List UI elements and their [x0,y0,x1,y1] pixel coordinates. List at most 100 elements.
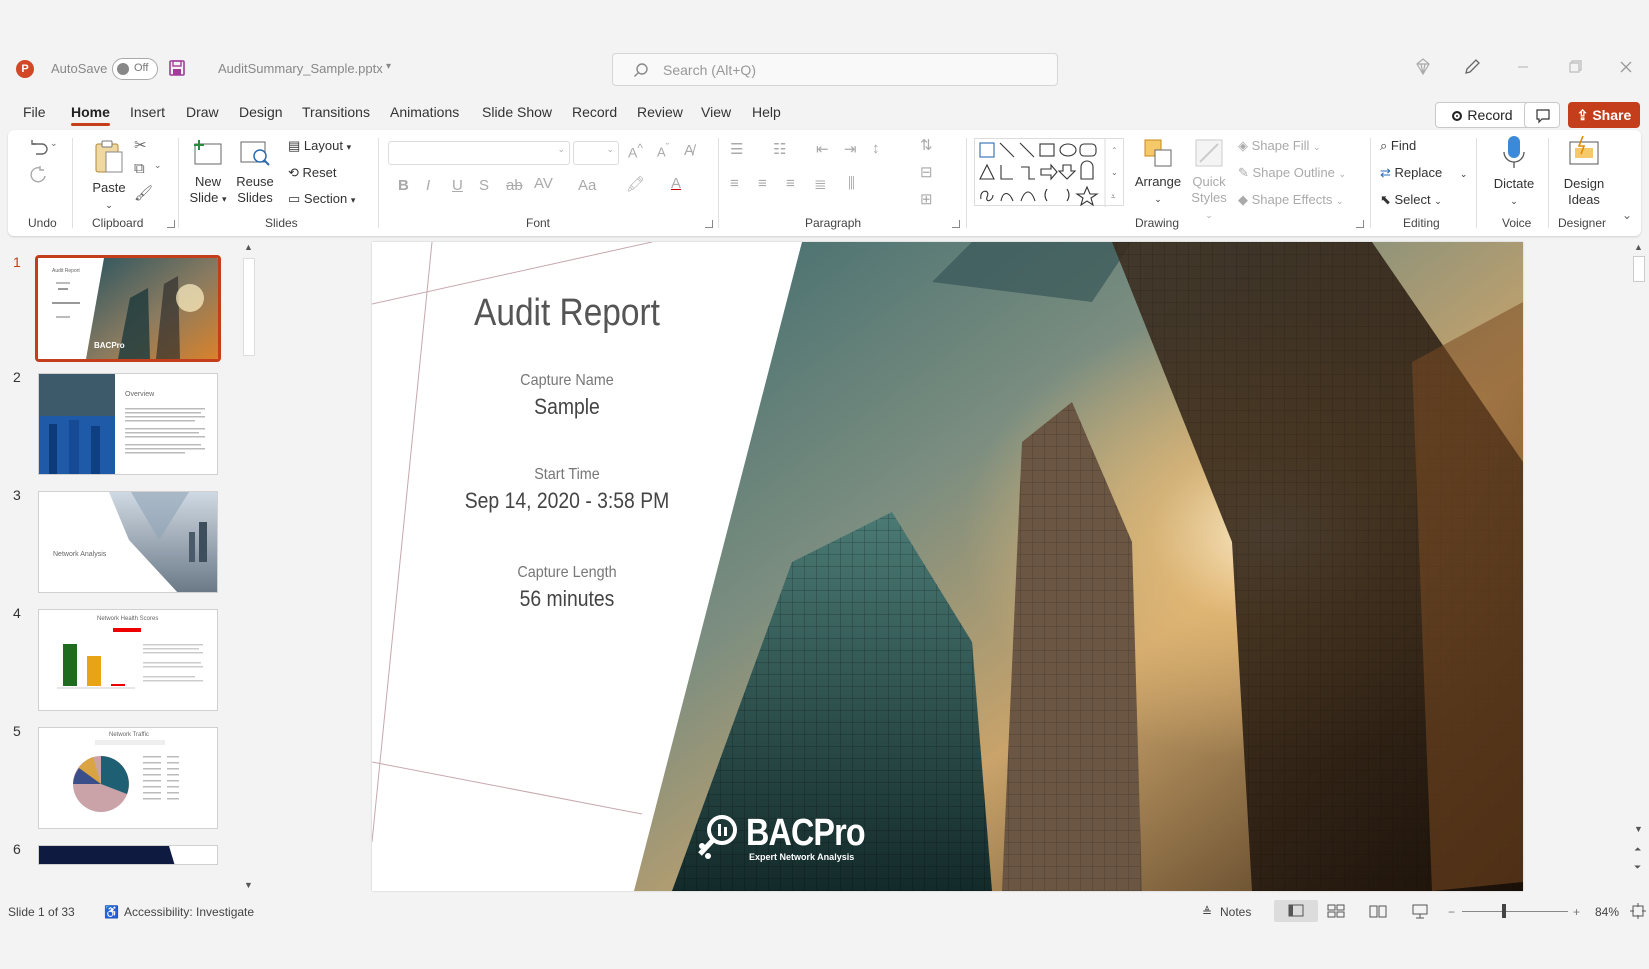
increase-font-size-icon[interactable]: A^ [628,142,643,161]
increase-indent-icon[interactable]: ⇥ [844,140,857,158]
layout-button[interactable]: ▤ Layout ▾ [288,138,351,154]
change-case-icon[interactable]: Aa [578,177,596,194]
slide-thumbnail-4[interactable]: Network Health Scores [38,609,218,711]
zoom-in-icon[interactable]: + [1573,905,1580,919]
undo-icon[interactable] [26,138,52,158]
tab-insert[interactable]: Insert [130,104,165,120]
columns-icon[interactable]: ⫼ [848,175,855,192]
chevron-down-icon[interactable]: ▾ [386,61,391,72]
zoom-out-icon[interactable]: − [1448,905,1455,919]
select-button[interactable]: ⬉ Select ⌄ [1380,192,1442,208]
clear-formatting-icon[interactable]: A̸ [684,142,694,159]
zoom-slider-handle[interactable] [1502,904,1507,918]
slide-title[interactable]: Audit Report [395,292,738,335]
redo-icon[interactable] [26,165,52,185]
zoom-slider[interactable] [1462,904,1568,918]
design-ideas-button[interactable]: Design Ideas [1554,134,1614,208]
text-direction-icon[interactable]: ⇅ [920,136,933,154]
thumbnails-scrollbar[interactable]: ▲ ▼ [241,242,257,894]
quick-styles-button[interactable]: Quick Styles ⌄ [1188,136,1230,223]
dictate-button[interactable]: Dictate ⌄ [1484,134,1544,209]
record-button[interactable]: Record [1435,102,1530,128]
accessibility-status[interactable]: Accessibility: Investigate [124,905,254,919]
align-left-icon[interactable]: ≡ [730,175,739,192]
scroll-up-icon[interactable]: ▲ [1634,242,1643,252]
tab-slide-show[interactable]: Slide Show [482,104,552,120]
slideshow-view-icon[interactable] [1410,903,1430,919]
slide-thumbnail-3[interactable]: Network Analysis [38,491,218,593]
tab-animations[interactable]: Animations [390,104,459,120]
shapes-gallery[interactable]: ⌃ ⌄ ⩡ [974,138,1124,207]
new-slide-button[interactable]: New Slide ▾ [186,136,230,207]
align-right-icon[interactable]: ≡ [786,175,795,192]
shape-effects-button[interactable]: ◆ Shape Effects ⌄ [1238,192,1344,208]
minimize-icon[interactable] [1513,57,1533,77]
reuse-slides-button[interactable]: Reuse Slides [234,136,276,206]
slide-thumbnail-1[interactable]: BACPro Audit Report [35,255,221,362]
highlight-icon[interactable]: 🖍 [626,175,645,193]
restore-icon[interactable] [1565,57,1585,77]
fit-to-window-icon[interactable] [1630,903,1646,919]
drawing-launcher-icon[interactable] [1356,220,1364,228]
tab-record[interactable]: Record [572,104,617,120]
align-text-icon[interactable]: ⊟ [920,163,933,181]
align-center-icon[interactable]: ≡ [758,175,767,192]
strikethrough-icon[interactable]: ab [506,177,523,194]
tab-design[interactable]: Design [239,104,283,120]
tab-help[interactable]: Help [752,104,781,120]
slide-sorter-icon[interactable] [1326,903,1346,919]
scrollbar-thumb[interactable] [243,258,255,356]
collapse-ribbon-icon[interactable]: ⌄ [1622,208,1632,222]
numbering-icon[interactable]: ☷ [773,140,786,158]
font-size-select[interactable]: ⌄ [573,141,619,165]
text-shadow-icon[interactable]: S [479,177,489,194]
bold-icon[interactable]: B [398,177,409,194]
replace-button[interactable]: ⇄ Replace ⌄ [1380,165,1467,181]
search-input[interactable] [663,60,1043,80]
shape-outline-button[interactable]: ✎ Shape Outline ⌄ [1238,165,1346,181]
smartart-icon[interactable]: ⊞ [920,190,933,208]
tab-file[interactable]: File [23,104,46,120]
find-button[interactable]: ⌕ Find [1380,138,1416,154]
slide-scrollbar[interactable]: ▲ ▼ ⏶ ⏷ [1632,242,1646,894]
decrease-font-size-icon[interactable]: Aˇ [657,142,669,159]
paragraph-launcher-icon[interactable] [952,220,960,228]
tab-transitions[interactable]: Transitions [302,104,370,120]
paste-button[interactable]: Paste ⌄ [84,138,134,213]
font-launcher-icon[interactable] [705,220,713,228]
autosave-toggle[interactable]: Off [112,58,158,80]
close-icon[interactable] [1616,57,1636,77]
character-spacing-icon[interactable]: AV [534,175,553,192]
reading-view-icon[interactable] [1368,903,1388,919]
slide-thumbnail-2[interactable]: Overview [38,373,218,475]
scroll-down-icon[interactable]: ▼ [1634,824,1643,834]
notes-icon[interactable]: ≜ [1202,905,1212,919]
shape-fill-button[interactable]: ◈ Shape Fill ⌄ [1238,138,1321,154]
chevron-down-icon[interactable]: ⌄ [50,138,58,149]
copy-icon[interactable]: ⧉ [134,160,145,177]
comments-button[interactable] [1524,102,1560,128]
normal-view-button[interactable] [1274,900,1318,922]
tab-review[interactable]: Review [637,104,683,120]
next-slide-icon[interactable]: ⏷ [1634,862,1641,873]
document-filename[interactable]: AuditSummary_Sample.pptx [218,61,383,76]
save-icon[interactable] [168,59,186,77]
font-family-select[interactable]: ⌄ [388,141,570,165]
section-button[interactable]: ▭ Section ▾ [288,191,355,207]
font-color-icon[interactable]: A [671,175,681,192]
line-spacing-icon[interactable]: ↕ [872,140,880,157]
diamond-icon[interactable] [1413,57,1433,77]
pen-icon[interactable] [1462,57,1482,77]
share-button[interactable]: ⇪ Share [1568,102,1640,128]
scroll-down-icon[interactable]: ▼ [244,880,253,890]
bullets-icon[interactable]: ☰ [730,140,743,158]
previous-slide-icon[interactable]: ⏶ [1634,844,1641,855]
accessibility-icon[interactable]: ♿ [104,905,119,919]
slide-thumbnail-5[interactable]: Network Traffic [38,727,218,829]
zoom-level[interactable]: 84% [1595,905,1619,919]
format-painter-icon[interactable]: 🖌 [134,184,153,202]
italic-icon[interactable]: I [426,177,430,194]
reset-button[interactable]: ⟲ Reset [288,165,336,181]
cut-icon[interactable]: ✂ [134,136,147,154]
tab-draw[interactable]: Draw [186,104,219,120]
